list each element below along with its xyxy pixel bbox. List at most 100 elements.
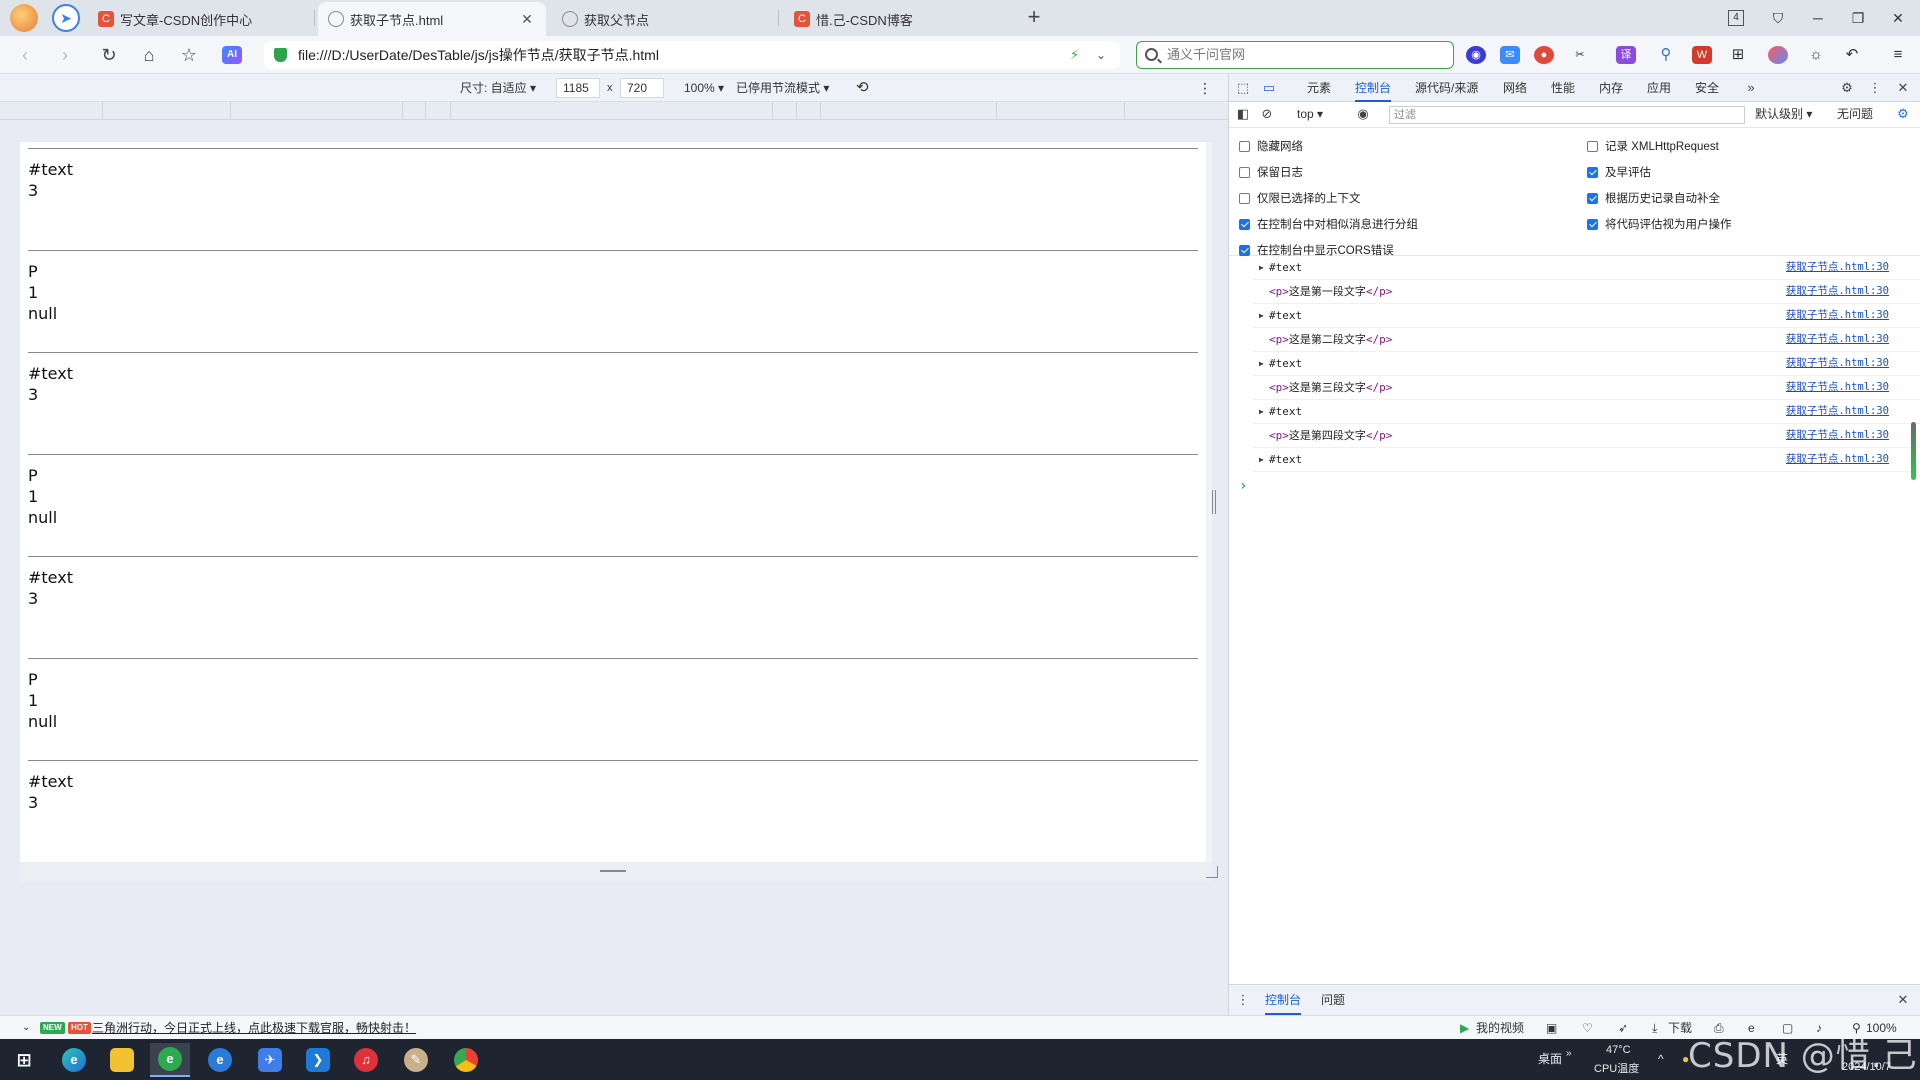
start-button[interactable]: ⊞ [4,1043,44,1077]
console-settings-gear-icon[interactable]: ⚙ [1893,101,1913,127]
devtools-tab-network[interactable]: 网络 [1503,74,1527,102]
tab-write-article[interactable]: C 写文章-CSDN创作中心 [88,2,310,36]
console-message[interactable]: <p>这是第三段文字</p> 获取子节点.html:30 [1253,376,1920,400]
taskbar-explorer[interactable] [102,1043,142,1077]
clear-console-icon[interactable]: ⊘ [1257,101,1277,127]
devtools-tab-console[interactable]: 控制台 [1355,74,1392,102]
devtools-tab-memory[interactable]: 内存 [1599,74,1623,102]
console-message[interactable]: <p>这是第一段文字</p> 获取子节点.html:30 [1253,280,1920,304]
close-devtools-icon[interactable]: ✕ [1893,74,1913,102]
source-link[interactable]: 获取子节点.html:30 [1786,424,1889,446]
expand-triangle-icon[interactable]: ▶ [1259,256,1264,280]
viewport-bottom-resizer[interactable] [20,862,1212,882]
dimensions-dropdown[interactable]: 尺寸: 自适应 ▾ [460,74,536,102]
bookmark-star-icon[interactable]: ☆ [176,42,202,68]
more-tabs-icon[interactable]: » [1741,74,1761,102]
address-bar[interactable]: file:///D:/UserDate/DesTable/js/js操作节点/获… [264,41,1120,69]
throttle-dropdown[interactable]: 已停用节流模式 ▾ [736,74,829,102]
media-query-ruler[interactable] [0,102,1228,120]
checkbox[interactable] [1587,218,1598,230]
close-window-button[interactable]: ✕ [1880,4,1916,32]
undo-icon[interactable]: ↶ [1842,46,1862,64]
search-box[interactable]: 通义千问官网 [1136,41,1454,69]
desktop-label[interactable]: 桌面 [1538,1039,1562,1080]
word-icon[interactable]: W [1692,46,1712,64]
weibo-icon[interactable]: ● [1534,46,1554,64]
news-ticker-link[interactable]: 三角洲行动，今日正式上线，点此极速下载官服，畅快射击！ [92,1016,416,1040]
devtools-tab-application[interactable]: 应用 [1647,74,1671,102]
checkbox[interactable] [1239,192,1250,204]
rocket-icon[interactable]: ➶ [1618,1016,1628,1040]
console-message[interactable]: ▶ #text 获取子节点.html:30 [1253,448,1920,472]
filter-input[interactable]: 过滤 [1389,106,1745,124]
checkbox[interactable] [1587,140,1598,152]
checkbox[interactable] [1587,192,1598,204]
zoom-dropdown[interactable]: 100% ▾ [684,74,724,102]
more-options-icon[interactable]: ⋮ [1865,74,1885,102]
devtools-tab-performance[interactable]: 性能 [1551,74,1575,102]
taskbar-mail[interactable]: ✈ [250,1043,290,1077]
new-tab-button[interactable]: + [1020,4,1048,32]
log-level-dropdown[interactable]: 默认级别 ▾ [1755,101,1812,127]
restore-button[interactable]: ❐ [1840,4,1876,32]
taskbar-paint[interactable]: ✎ [396,1043,436,1077]
log-xhr-option[interactable]: 记录 XMLHttpRequest [1587,138,1719,154]
console-message[interactable]: ▶ #text 获取子节点.html:30 [1253,352,1920,376]
chevron-down-icon[interactable]: ⌄ [1096,41,1106,69]
eager-evaluation-option[interactable]: 及早评估 [1587,164,1651,180]
close-drawer-icon[interactable]: ✕ [1893,985,1913,1015]
expand-triangle-icon[interactable]: ▶ [1259,400,1264,424]
tab-get-parent-node[interactable]: 获取父节点 [552,2,774,36]
source-link[interactable]: 获取子节点.html:30 [1786,256,1889,278]
console-message[interactable]: ▶ #text 获取子节点.html:30 [1253,400,1920,424]
console-message[interactable]: <p>这是第二段文字</p> 获取子节点.html:30 [1253,328,1920,352]
taskbar-edge[interactable]: e [54,1043,94,1077]
settings-gear-icon[interactable]: ⚙ [1837,74,1857,102]
close-tab-icon[interactable]: ✕ [518,10,536,28]
selected-context-option[interactable]: 仅限已选择的上下文 [1239,190,1361,206]
menu-icon[interactable]: ≡ [1888,46,1908,64]
my-video-link[interactable]: 我的视频 [1476,1016,1524,1040]
viewport-right-resizer[interactable] [1212,490,1216,514]
rotate-icon[interactable]: ⟲ [856,74,869,102]
source-link[interactable]: 获取子节点.html:30 [1786,328,1889,350]
video-play-icon[interactable]: ▶ [1460,1016,1469,1040]
chat-extension-icon[interactable]: ◉ [1466,46,1486,64]
download-icon[interactable]: ⤓ [1652,1016,1657,1040]
sidebar-toggle-icon[interactable]: ◧ [1233,101,1253,127]
home-button[interactable]: ⌂ [136,42,162,68]
checkbox[interactable] [1587,166,1598,178]
console-scrollbar[interactable] [1911,422,1916,480]
tab-csdn-blog[interactable]: C 惜.己-CSDN博客 [784,2,1006,36]
back-button[interactable]: ‹ [12,42,38,68]
height-input[interactable]: 720 [620,78,664,98]
viewport-corner-resizer[interactable] [1206,866,1218,878]
checkbox[interactable] [1239,140,1250,152]
image-icon[interactable]: ▣ [1546,1016,1557,1040]
expand-triangle-icon[interactable]: ▶ [1259,304,1264,328]
console-prompt[interactable]: › [1239,478,1247,494]
mail-icon[interactable]: ✉ [1500,46,1520,64]
scissors-icon[interactable]: ✂ [1570,46,1590,64]
more-options-icon[interactable]: ⋮ [1198,74,1212,102]
group-similar-option[interactable]: 在控制台中对相似消息进行分组 [1239,216,1418,232]
issues-counter[interactable]: 无问题 [1837,101,1873,127]
source-link[interactable]: 获取子节点.html:30 [1786,280,1889,302]
width-input[interactable]: 1185 [556,78,600,98]
profile-avatar-icon[interactable] [10,4,38,32]
expand-triangle-icon[interactable]: ▶ [1259,352,1264,376]
console-message[interactable]: <p>这是第四段文字</p> 获取子节点.html:30 [1253,424,1920,448]
toolbar-expand-icon[interactable]: » [1566,1039,1572,1069]
url-text[interactable]: file:///D:/UserDate/DesTable/js/js操作节点/获… [298,41,659,69]
checkbox[interactable] [1239,218,1250,230]
drawer-tab-issues[interactable]: 问题 [1321,985,1345,1015]
forward-button[interactable]: › [52,42,78,68]
autocomplete-history-option[interactable]: 根据历史记录自动补全 [1587,190,1720,206]
devtools-tab-sources[interactable]: 源代码/来源 [1415,74,1478,102]
color-wheel-icon[interactable] [1768,46,1788,64]
user-activation-option[interactable]: 将代码评估视为用户操作 [1587,216,1732,232]
tab-get-child-nodes[interactable]: 获取子节点.html ✕ [318,2,546,36]
taskbar-netease-music[interactable]: ♫ [346,1043,386,1077]
shirt-skin-icon[interactable]: ⛉ [1760,4,1796,32]
brightness-icon[interactable]: ☼ [1806,46,1826,64]
